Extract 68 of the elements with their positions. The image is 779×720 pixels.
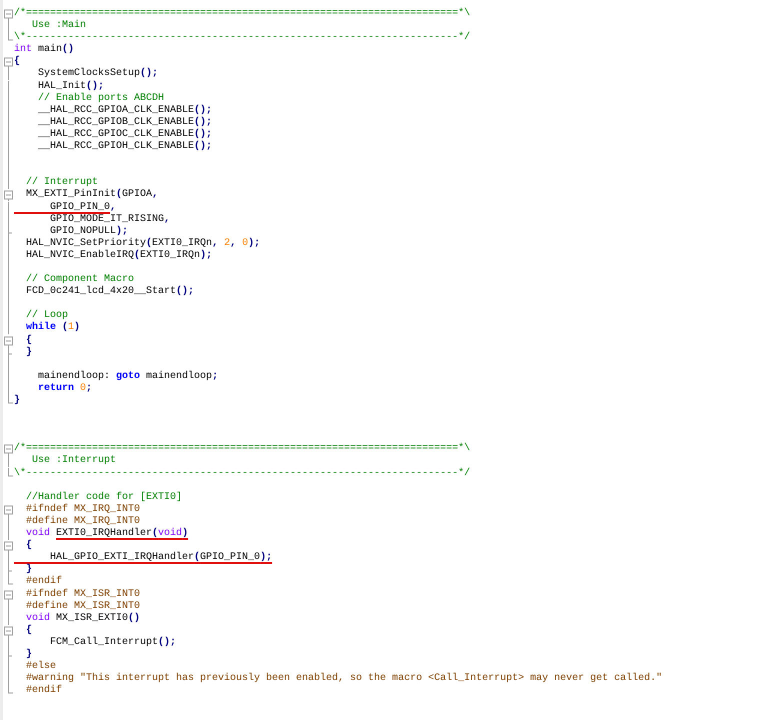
fold-guide-line bbox=[8, 636, 9, 649]
code-line: __HAL_RCC_GPIOC_CLK_ENABLE(); bbox=[37, 128, 212, 140]
code-line: #ifndef MX_ISR_INT0 bbox=[25, 588, 140, 600]
code-line: // Loop bbox=[25, 310, 68, 322]
fold-end-marker bbox=[8, 32, 14, 41]
fold-end-marker bbox=[8, 346, 12, 359]
fold-toggle-icon[interactable] bbox=[3, 56, 14, 68]
code-line: /*========================================================================*\ bbox=[14, 8, 470, 20]
fold-end-marker bbox=[8, 648, 12, 662]
code-line: { bbox=[25, 334, 32, 346]
code-line: //Handler code for [EXTI0] bbox=[25, 492, 182, 504]
code-line: FCM_Call_Interrupt(); bbox=[49, 636, 176, 649]
code-line: __HAL_RCC_GPIOA_CLK_ENABLE(); bbox=[37, 104, 212, 116]
code-line: } bbox=[25, 564, 32, 576]
code-line: HAL_GPIO_EXTI_IRQHandler(GPIO_PIN_0); bbox=[49, 552, 272, 564]
code-line: #else bbox=[25, 661, 56, 672]
code-line: #warning "This interrupt has previously been enabled, so the macro <Call_Interrupt> may never get called." bbox=[25, 673, 662, 684]
code-line: FCD_0c241_lcd_4x20__Start(); bbox=[25, 286, 194, 298]
fold-toggle-icon[interactable] bbox=[3, 504, 14, 516]
code-line: #define MX_IRQ_INT0 bbox=[25, 516, 140, 528]
code-line: while (1) bbox=[25, 322, 80, 334]
code-line: mainendloop: goto mainendloop; bbox=[37, 370, 218, 383]
code-line: Use :Main bbox=[31, 20, 86, 32]
code-line: // Component Macro bbox=[25, 274, 134, 286]
fold-toggle-icon[interactable] bbox=[3, 540, 14, 552]
code-line: // Interrupt bbox=[25, 177, 98, 188]
fold-toggle-icon[interactable] bbox=[3, 8, 14, 20]
code-line: /*========================================================================*\ bbox=[14, 443, 470, 455]
code-line: Use :Interrupt bbox=[31, 455, 116, 468]
fold-guide-line bbox=[8, 20, 9, 32]
fold-toggle-icon[interactable] bbox=[3, 443, 14, 456]
code-line: \*------------------------------------------------------------------------*/ bbox=[14, 468, 470, 480]
code-line: \*------------------------------------------------------------------------*/ bbox=[14, 32, 470, 44]
code-line: MX_EXTI_PinInit(GPIOA, bbox=[25, 189, 158, 202]
code-line: { bbox=[25, 540, 32, 552]
code-line: } bbox=[25, 346, 32, 359]
fold-guide-line bbox=[8, 455, 9, 468]
code-line: } bbox=[14, 395, 20, 408]
code-line: HAL_Init(); bbox=[37, 80, 104, 92]
code-line: GPIO_NOPULL); bbox=[49, 226, 128, 238]
code-line: void MX_ISR_EXTI0() bbox=[25, 612, 140, 624]
code-line: { bbox=[14, 56, 20, 68]
fold-end-marker bbox=[8, 468, 14, 476]
fold-toggle-icon[interactable] bbox=[3, 189, 14, 202]
code-line: GPIO_PIN_0, bbox=[49, 202, 116, 214]
fold-guide-line bbox=[8, 552, 9, 564]
code-line: SystemClocksSetup(); bbox=[37, 68, 158, 80]
code-line: #define MX_ISR_INT0 bbox=[25, 600, 140, 612]
code-line: __HAL_RCC_GPIOH_CLK_ENABLE(); bbox=[37, 141, 212, 154]
code-line: } bbox=[25, 648, 32, 660]
code-line: HAL_NVIC_EnableIRQ(EXTI0_IRQn); bbox=[25, 250, 212, 262]
fold-end-marker bbox=[8, 685, 14, 694]
code-line: void EXTI0_IRQHandler(void) bbox=[25, 528, 188, 540]
code-line: { bbox=[25, 624, 32, 637]
code-line: // Enable ports ABCDH bbox=[37, 92, 164, 105]
code-line: GPIO_MODE_IT_RISING, bbox=[49, 214, 170, 226]
fold-toggle-icon[interactable] bbox=[3, 588, 14, 601]
code-line: int main() bbox=[14, 44, 74, 56]
code-line: #endif bbox=[25, 576, 62, 588]
fold-toggle-icon[interactable] bbox=[3, 334, 14, 347]
fold-toggle-icon[interactable] bbox=[3, 624, 14, 637]
code-line: #endif bbox=[25, 685, 62, 698]
code-line: return 0; bbox=[37, 382, 92, 395]
code-line: HAL_NVIC_SetPriority(EXTI0_IRQn, 2, 0); bbox=[25, 238, 260, 250]
code-line: #ifndef MX_IRQ_INT0 bbox=[25, 504, 140, 516]
code-line: __HAL_RCC_GPIOB_CLK_ENABLE(); bbox=[37, 116, 212, 128]
fold-end-marker bbox=[8, 395, 14, 404]
fold-end-marker bbox=[8, 226, 12, 238]
